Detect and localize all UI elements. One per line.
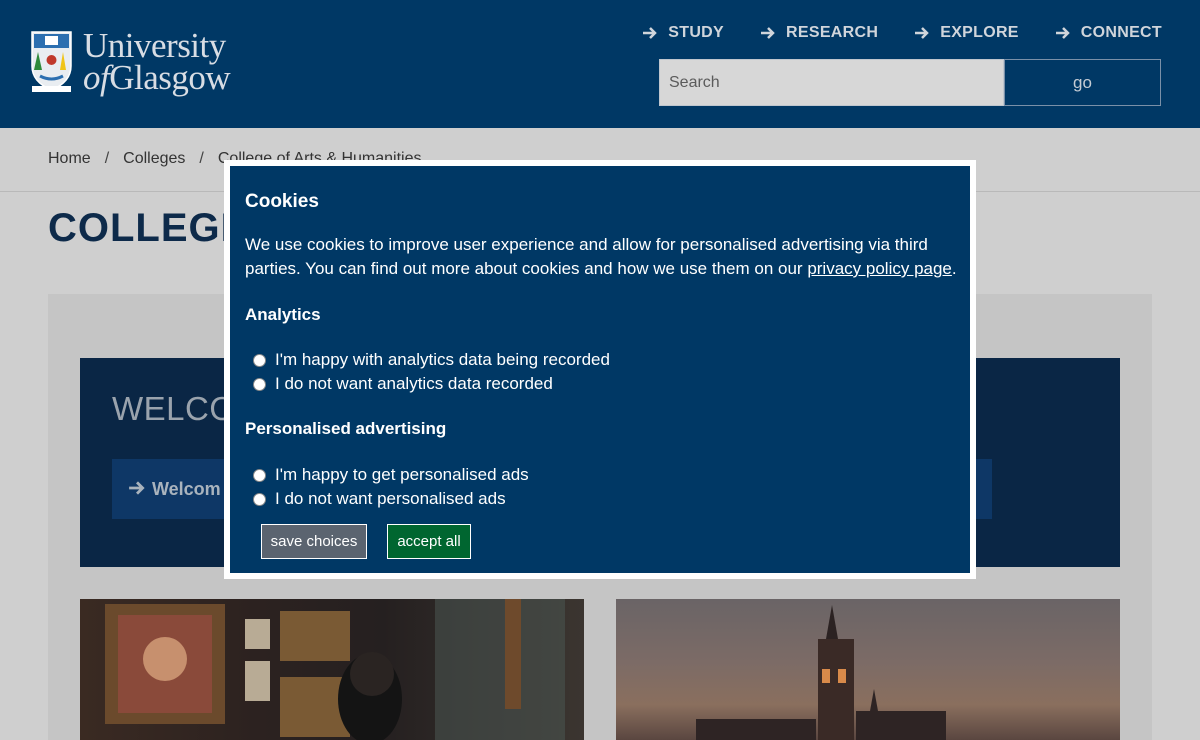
gallery-illustration <box>105 599 565 740</box>
crest-icon <box>31 31 72 92</box>
accept-all-button[interactable]: accept all <box>387 524 471 559</box>
university-logo[interactable]: University ofGlasgow <box>30 28 231 95</box>
logo-glasgow: Glasgow <box>109 58 231 97</box>
logo-line-2: ofGlasgow <box>83 60 231 95</box>
ads-accept-radio[interactable] <box>253 468 266 482</box>
arrow-right-icon <box>1055 27 1070 39</box>
ads-decline-option[interactable]: I do not want personalised ads <box>253 489 506 509</box>
analytics-accept-label: I'm happy with analytics data being reco… <box>275 350 610 369</box>
arrow-right-icon <box>643 27 658 39</box>
search-go-button[interactable]: go <box>1004 59 1161 106</box>
advertising-heading: Personalised advertising <box>245 419 447 438</box>
analytics-decline-radio[interactable] <box>253 377 266 391</box>
university-tower-image[interactable] <box>616 599 1120 740</box>
nav-connect[interactable]: CONNECT <box>1055 24 1162 42</box>
nav-explore-label: EXPLORE <box>940 24 1019 41</box>
breadcrumb-home[interactable]: Home <box>48 150 91 168</box>
logo-text: University ofGlasgow <box>83 28 231 95</box>
search-form: go <box>659 59 1161 106</box>
tower-illustration <box>696 605 946 740</box>
arrow-right-icon <box>761 27 775 39</box>
nav-study-label: STUDY <box>668 24 725 41</box>
welcome-title: WELCO <box>112 390 236 427</box>
analytics-accept-option[interactable]: I'm happy with analytics data being reco… <box>253 350 610 370</box>
cookie-dialog-title: Cookies <box>245 191 319 212</box>
nav-research-label: RESEARCH <box>786 24 879 41</box>
nav-research[interactable]: RESEARCH <box>760 24 878 42</box>
ads-accept-option[interactable]: I'm happy to get personalised ads <box>253 465 529 485</box>
cookie-consent-dialog: Cookies We use cookies to improve user e… <box>224 160 976 579</box>
site-header: University ofGlasgow STUDY RESEARCH EXPL… <box>0 0 1200 128</box>
search-input[interactable] <box>659 59 1004 106</box>
breadcrumb-colleges[interactable]: Colleges <box>123 150 185 168</box>
nav-study[interactable]: STUDY <box>642 24 724 42</box>
ads-decline-radio[interactable] <box>253 492 266 506</box>
ads-accept-label: I'm happy to get personalised ads <box>275 465 529 484</box>
analytics-accept-radio[interactable] <box>253 353 266 367</box>
analytics-decline-option[interactable]: I do not want analytics data recorded <box>253 374 553 394</box>
welcome-link-label: Welcom <box>152 479 221 499</box>
nav-connect-label: CONNECT <box>1080 24 1162 41</box>
arrow-right-icon <box>915 27 929 39</box>
cookie-dialog-text: We use cookies to improve user experienc… <box>245 233 965 281</box>
nav-explore[interactable]: EXPLORE <box>914 24 1019 42</box>
analytics-decline-label: I do not want analytics data recorded <box>275 374 553 393</box>
save-choices-button[interactable]: save choices <box>261 524 367 559</box>
gallery-visitor-image[interactable] <box>80 599 584 740</box>
cookie-text-end: . <box>951 259 957 278</box>
logo-of: of <box>83 58 110 97</box>
analytics-heading: Analytics <box>245 305 321 324</box>
ads-decline-label: I do not want personalised ads <box>275 489 506 508</box>
page-title: COLLEGE <box>48 206 249 250</box>
privacy-policy-link[interactable]: privacy policy page <box>807 259 952 278</box>
breadcrumb-separator: / <box>199 150 204 167</box>
breadcrumb-separator: / <box>104 150 110 167</box>
top-navigation: STUDY RESEARCH EXPLORE CONNECT <box>642 24 1162 42</box>
arrow-right-icon <box>129 481 145 495</box>
